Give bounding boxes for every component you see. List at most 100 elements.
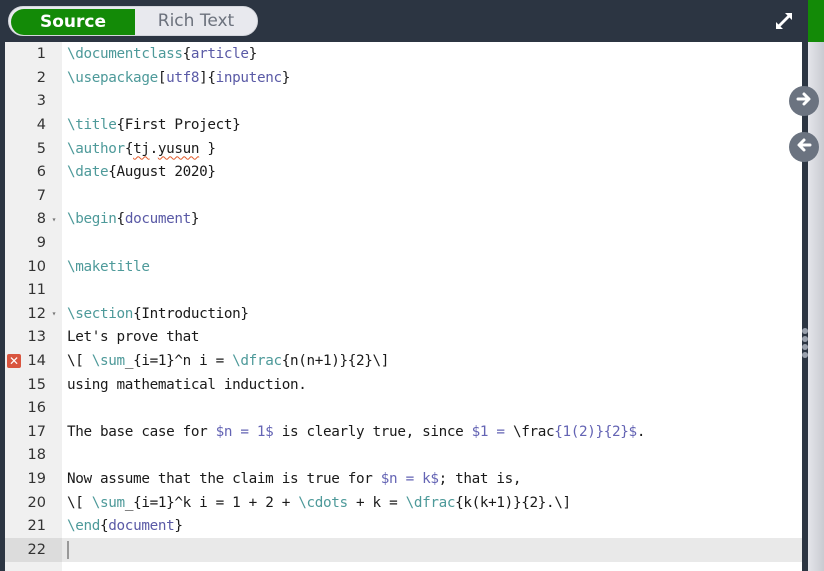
line-gutter-cell: 3 (5, 90, 62, 114)
error-icon[interactable]: ✕ (7, 354, 21, 369)
code-line[interactable]: 9 (5, 231, 802, 255)
drag-handle-icon[interactable] (802, 328, 808, 358)
latex-command: \cdots (298, 494, 348, 511)
latex-argument: article (190, 46, 249, 63)
text-token: } (281, 69, 291, 86)
text-token: } (190, 211, 200, 228)
text-token: The base case for (67, 423, 216, 440)
fold-toggle-icon[interactable]: ▾ (46, 215, 62, 224)
line-gutter-cell: 1 (5, 43, 62, 67)
text-token: ; that is, (438, 471, 522, 488)
text-token: {First Project} (116, 117, 241, 134)
text-token: } (248, 46, 258, 63)
line-number: 20 (27, 494, 46, 511)
code-line[interactable]: 1 \documentclass{article} (5, 43, 802, 67)
latex-command: \dfrac (232, 353, 282, 370)
code-line[interactable]: 3 (5, 90, 802, 114)
text-token: . (636, 423, 646, 440)
text-token: { (124, 140, 134, 157)
code-line[interactable]: 5 \author{tj.yusun } (5, 137, 802, 161)
line-gutter-cell: 5 (5, 137, 62, 161)
line-gutter-cell: 19 (5, 467, 62, 491)
line-gutter-cell: 21 (5, 515, 62, 539)
rich-text-mode-button[interactable]: Rich Text (135, 7, 257, 35)
text-token: Let's prove that (67, 329, 200, 346)
line-gutter-cell: 22 (5, 538, 62, 562)
code-line[interactable]: 19 Now assume that the claim is true for … (5, 467, 802, 491)
panel-divider[interactable] (802, 42, 808, 571)
code-text: \author{tj.yusun } (62, 141, 216, 157)
latex-command: \dfrac (405, 494, 456, 511)
code-line[interactable]: 10 \maketitle (5, 255, 802, 279)
code-line[interactable]: 7 (5, 184, 802, 208)
text-token: { (116, 211, 126, 228)
line-number: 9 (36, 235, 46, 252)
latex-command: \end (67, 518, 101, 535)
line-gutter-cell: 12 ▾ (5, 302, 62, 326)
arrow-left-circle-icon (795, 136, 813, 158)
sync-to-pdf-button[interactable] (789, 86, 819, 116)
code-line[interactable]: ✕ 14 \[ \sum_{i=1}^n i = \dfrac{n(n+1)}{2}… (5, 349, 802, 373)
code-line[interactable]: 15 using mathematical induction. (5, 373, 802, 397)
code-line[interactable]: 2 \usepackage[utf8]{inputenc} (5, 66, 802, 90)
code-line[interactable]: 4 \title{First Project} (5, 113, 802, 137)
code-line[interactable]: 6 \date{August 2020} (5, 161, 802, 185)
code-line[interactable]: 8 ▾ \begin{document} (5, 208, 802, 232)
code-line[interactable]: 22 (5, 538, 802, 562)
text-token: \frac (512, 423, 555, 440)
line-number: 1 (36, 46, 46, 63)
line-number: 15 (27, 376, 46, 393)
source-mode-button[interactable]: Source (11, 9, 135, 35)
text-token: {August 2020} (108, 164, 216, 181)
line-gutter-cell: 18 (5, 444, 62, 468)
pdf-preview-panel (808, 42, 824, 571)
code-text: Now assume that the claim is true for $n… (62, 471, 522, 488)
code-text: \title{First Project} (62, 117, 241, 134)
line-gutter-cell: 13 (5, 326, 62, 350)
code-text: \usepackage[utf8]{inputenc} (62, 70, 290, 86)
latex-command: \begin (67, 211, 117, 228)
line-gutter-cell: 2 (5, 66, 62, 90)
code-editor[interactable]: 1 \documentclass{article} 2 \usepackage[utf… (5, 42, 802, 571)
line-number: 8 (36, 211, 46, 228)
text-token: ]{ (199, 69, 216, 86)
latex-command: \sum (91, 353, 125, 370)
line-number: 13 (27, 329, 46, 346)
line-number: 4 (36, 117, 46, 134)
line-gutter-cell: 7 (5, 184, 62, 208)
code-line[interactable]: 16 (5, 397, 802, 421)
line-number: 21 (27, 518, 46, 535)
code-line[interactable]: 11 (5, 279, 802, 303)
code-line[interactable]: 21 \end{document} (5, 515, 802, 539)
text-token: {k(k+1)}{2}.\] (455, 494, 571, 511)
expand-arrows-icon[interactable] (774, 11, 794, 31)
text-token: + k = (347, 494, 406, 511)
line-gutter-cell: 17 (5, 420, 62, 444)
text-token: using mathematical induction. (67, 376, 307, 393)
line-gutter-cell: 20 (5, 491, 62, 515)
line-gutter-cell: 16 (5, 397, 62, 421)
sync-to-source-button[interactable] (789, 132, 819, 162)
latex-command: \section (67, 305, 134, 322)
arrow-right-circle-icon (795, 90, 813, 112)
line-gutter-cell: 9 (5, 231, 62, 255)
text-token: } (199, 140, 216, 157)
editor-mode-toggle: Source Rich Text (8, 6, 258, 36)
code-line[interactable]: 20 \[ \sum_{i=1}^k i = 1 + 2 + \cdots + k… (5, 491, 802, 515)
code-text: \date{August 2020} (62, 164, 216, 180)
latex-command: \title (67, 117, 117, 134)
code-line[interactable]: 12 ▾ \section{Introduction} (5, 302, 802, 326)
line-number: 6 (36, 164, 46, 181)
text-token: { (182, 46, 192, 63)
code-line[interactable]: 13 Let's prove that (5, 326, 802, 350)
code-line[interactable]: 18 (5, 444, 802, 468)
text-token: [ (157, 69, 167, 86)
code-text: Let's prove that (62, 329, 199, 345)
code-line[interactable]: 17 The base case for $n = 1$ is clearly t… (5, 420, 802, 444)
text-token: \[ (67, 494, 92, 511)
line-gutter-cell: 11 (5, 279, 62, 303)
line-gutter-cell: 6 (5, 161, 62, 185)
fold-toggle-icon[interactable]: ▾ (46, 309, 62, 318)
code-text: The base case for $n = 1$ is clearly tru… (62, 424, 645, 440)
latex-command: \sum (91, 494, 125, 511)
